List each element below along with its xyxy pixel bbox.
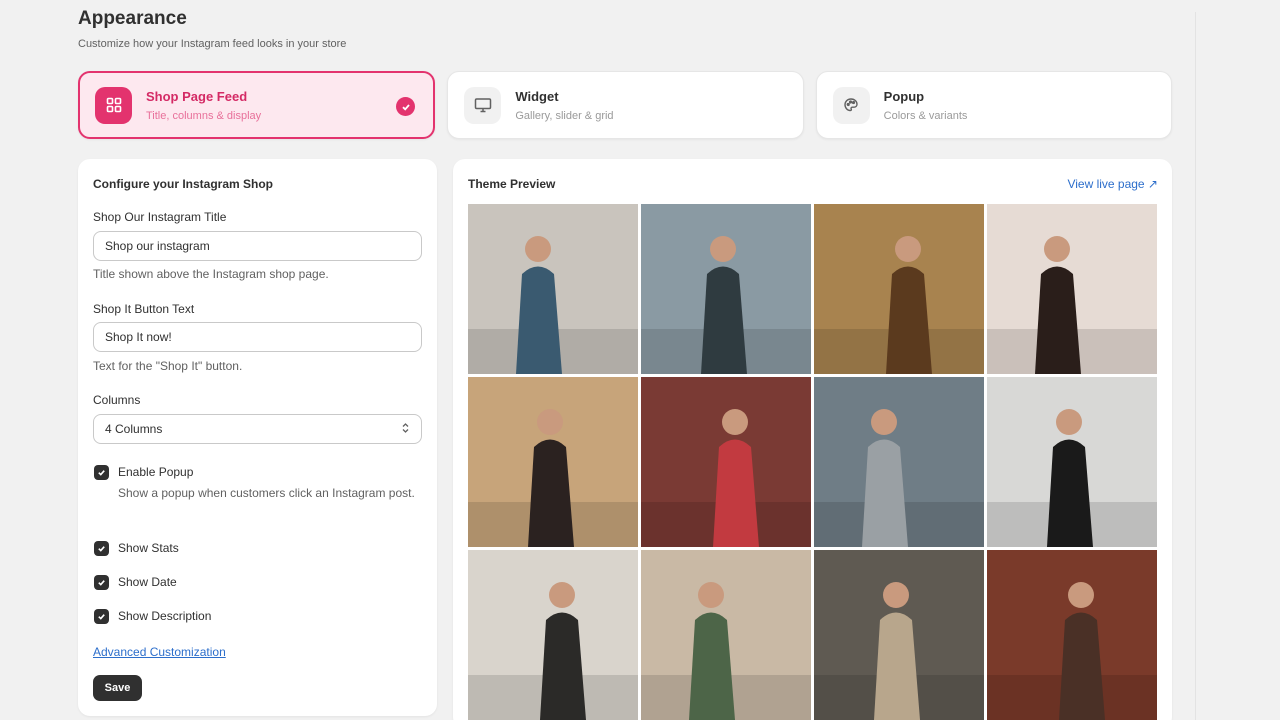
instagram-post-image[interactable] — [468, 204, 638, 374]
tab-text: Popup Colors & variants — [884, 89, 968, 122]
right-divider — [1195, 12, 1196, 720]
show-date-row[interactable]: Show Date — [94, 575, 177, 590]
theme-preview-card: Theme Preview View live page ↗ — [453, 159, 1172, 720]
tab-text: Shop Page Feed Title, columns & display — [146, 89, 261, 122]
tab-title: Widget — [515, 88, 559, 104]
columns-select-value: 4 Columns — [105, 422, 163, 436]
appearance-tabs: Shop Page Feed Title, columns & display … — [78, 71, 1172, 139]
tab-title: Shop Page Feed — [146, 88, 248, 104]
post-photo — [468, 550, 638, 720]
tab-subtitle: Title, columns & display — [146, 109, 262, 122]
checkmark-icon — [98, 546, 105, 552]
tab-popup[interactable]: Popup Colors & variants — [815, 71, 1172, 139]
enable-popup-checkbox[interactable] — [94, 465, 109, 480]
columns-label: Columns — [93, 393, 141, 407]
instagram-post-image[interactable] — [814, 204, 984, 374]
show-stats-row[interactable]: Show Stats — [94, 541, 179, 556]
preview-heading: Theme Preview — [468, 177, 556, 191]
show-stats-label: Show Stats — [118, 541, 179, 555]
instagram-post-image[interactable] — [641, 377, 811, 547]
checkmark-icon — [98, 614, 105, 620]
instagram-post-image[interactable] — [814, 550, 984, 720]
check-circle-icon — [396, 97, 416, 116]
checkmark-icon — [98, 470, 105, 476]
button-text-label: Shop It Button Text — [93, 302, 195, 316]
title-field-help: Title shown above the Instagram shop pag… — [93, 267, 329, 281]
post-photo — [641, 550, 811, 720]
show-date-checkbox[interactable] — [94, 575, 109, 590]
post-photo — [468, 377, 638, 547]
instagram-post-image[interactable] — [641, 550, 811, 720]
tab-subtitle: Gallery, slider & grid — [515, 109, 614, 122]
post-photo — [814, 377, 984, 547]
tab-subtitle: Colors & variants — [883, 109, 968, 122]
page-subtitle: Customize how your Instagram feed looks … — [78, 38, 347, 50]
post-photo — [641, 204, 811, 374]
config-card: Configure your Instagram Shop Shop Our I… — [78, 159, 437, 716]
tab-shop-page-feed[interactable]: Shop Page Feed Title, columns & display — [78, 71, 436, 139]
post-photo — [814, 550, 984, 720]
enable-popup-help: Show a popup when customers click an Ins… — [118, 486, 415, 500]
page-header: Appearance Customize how your Instagram … — [78, 8, 346, 50]
config-heading: Configure your Instagram Shop — [93, 177, 274, 191]
button-text-input[interactable] — [93, 322, 422, 352]
chevron-up-down-icon — [401, 422, 410, 437]
tab-title: Popup — [883, 88, 925, 104]
advanced-customization-link[interactable]: Advanced Customization — [93, 645, 226, 659]
post-photo — [468, 204, 638, 374]
columns-select[interactable]: 4 Columns — [93, 414, 422, 444]
checkmark-icon — [98, 580, 105, 586]
post-photo — [987, 204, 1157, 374]
enable-popup-label: Enable Popup — [118, 465, 194, 479]
instagram-photo-grid — [468, 204, 1158, 720]
instagram-post-image[interactable] — [468, 377, 638, 547]
post-photo — [987, 550, 1157, 720]
page-title: Appearance — [78, 8, 187, 29]
show-description-checkbox[interactable] — [94, 609, 109, 624]
button-text-help: Text for the "Shop It" button. — [93, 359, 243, 373]
title-input[interactable] — [93, 231, 422, 261]
title-field-label: Shop Our Instagram Title — [93, 210, 227, 224]
instagram-post-image[interactable] — [641, 204, 811, 374]
enable-popup-row[interactable]: Enable Popup — [94, 465, 193, 480]
grid-icon — [95, 86, 132, 124]
instagram-post-image[interactable] — [987, 204, 1157, 374]
view-live-page-link[interactable]: View live page ↗ — [1067, 177, 1158, 191]
tab-widget[interactable]: Widget Gallery, slider & grid — [447, 71, 804, 139]
show-stats-checkbox[interactable] — [94, 541, 109, 556]
monitor-icon — [464, 86, 502, 124]
instagram-post-image[interactable] — [987, 377, 1157, 547]
instagram-post-image[interactable] — [468, 550, 638, 720]
save-button[interactable]: Save — [93, 675, 142, 701]
show-date-label: Show Date — [118, 575, 177, 589]
tab-text: Widget Gallery, slider & grid — [515, 89, 613, 122]
instagram-post-image[interactable] — [987, 550, 1157, 720]
palette-icon — [832, 86, 870, 124]
post-photo — [641, 377, 811, 547]
post-photo — [814, 204, 984, 374]
show-description-row[interactable]: Show Description — [94, 609, 211, 624]
show-description-label: Show Description — [118, 609, 212, 623]
instagram-post-image[interactable] — [814, 377, 984, 547]
post-photo — [987, 377, 1157, 547]
